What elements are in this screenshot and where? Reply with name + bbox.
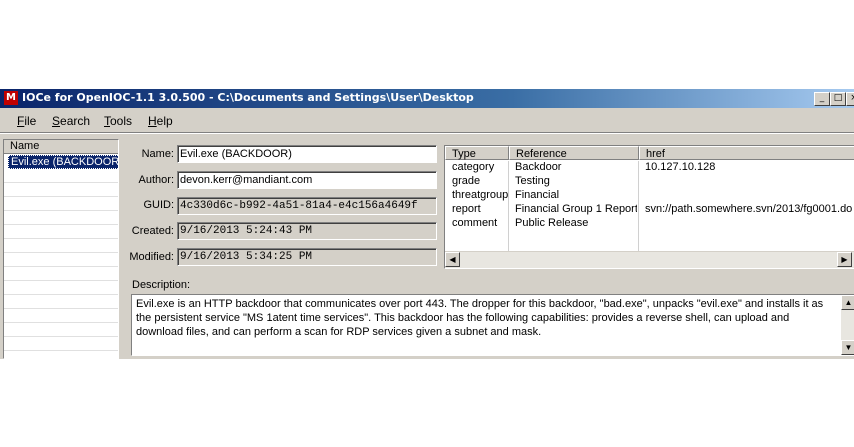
vertical-scrollbar[interactable]: ▲ ▼ <box>841 295 854 355</box>
cell-reference[interactable]: Public Release <box>515 216 637 230</box>
app-window: M IOCe for OpenIOC-1.1 3.0.500 - C:\Docu… <box>0 89 854 359</box>
description-label: Description: <box>132 279 191 291</box>
list-row <box>4 337 118 351</box>
title-bar[interactable]: M IOCe for OpenIOC-1.1 3.0.500 - C:\Docu… <box>0 89 854 108</box>
list-row <box>4 323 118 337</box>
parameters-table[interactable]: Type Reference href category Backdoor 10… <box>444 145 854 269</box>
list-row <box>4 183 118 197</box>
list-row <box>4 225 118 239</box>
menu-help-label: elp <box>156 114 173 128</box>
menu-bar: File Search Tools Help <box>0 108 854 130</box>
author-label: Author: <box>138 174 174 186</box>
list-row <box>4 309 118 323</box>
created-field[interactable]: 9/16/2013 5:24:43 PM <box>177 222 437 240</box>
column-header-href[interactable]: href <box>639 146 854 160</box>
ioc-list-header[interactable]: Name <box>4 140 118 154</box>
guid-label: GUID: <box>143 199 174 211</box>
list-row <box>4 197 118 211</box>
author-field[interactable]: devon.kerr@mandiant.com <box>177 171 437 189</box>
cell-reference[interactable]: Backdoor <box>515 160 637 174</box>
ioc-list-item-selected[interactable]: Evil.exe (BACKDOOR) <box>8 155 118 169</box>
column-divider <box>638 161 639 251</box>
list-row <box>4 211 118 225</box>
minimize-button[interactable]: _ <box>814 92 830 106</box>
maximize-button[interactable]: □ <box>830 92 846 106</box>
name-field[interactable]: Evil.exe (BACKDOOR) <box>177 145 437 163</box>
menu-tools-label: ools <box>110 114 133 128</box>
cell-href[interactable]: 10.127.10.128 <box>645 160 854 174</box>
scroll-up-icon[interactable]: ▲ <box>841 295 854 310</box>
cell-href[interactable] <box>645 216 854 230</box>
close-button[interactable]: × <box>846 92 854 106</box>
pane-splitter[interactable] <box>120 139 123 357</box>
menu-help-accel: H <box>148 114 157 128</box>
modified-field[interactable]: 9/16/2013 5:34:25 PM <box>177 248 437 266</box>
ioc-list-header-label: Name <box>10 140 40 152</box>
column-divider <box>508 161 509 251</box>
created-label: Created: <box>131 225 174 237</box>
menu-search-label: earch <box>60 114 91 128</box>
name-label: Name: <box>141 148 174 160</box>
list-row <box>4 239 118 253</box>
list-row <box>4 295 118 309</box>
modified-label: Modified: <box>129 251 174 263</box>
description-text: Evil.exe is an HTTP backdoor that commun… <box>136 298 824 338</box>
cell-href[interactable] <box>645 188 854 202</box>
cell-type[interactable]: threatgroup <box>452 188 508 202</box>
cell-reference[interactable]: Financial <box>515 188 637 202</box>
menu-search-accel: S <box>52 114 61 128</box>
cell-type[interactable]: comment <box>452 216 508 230</box>
column-header-type[interactable]: Type <box>445 146 509 160</box>
description-textarea[interactable]: Evil.exe is an HTTP backdoor that commun… <box>131 294 854 356</box>
cell-href[interactable]: svn://path.somewhere.svn/2013/fg0001.do <box>645 202 854 216</box>
ioc-list[interactable]: Name Evil.exe (BACKDOOR) <box>3 139 119 359</box>
app-logo-icon: M <box>4 91 18 105</box>
column-header-reference[interactable]: Reference <box>509 146 639 160</box>
guid-field[interactable]: 4c330d6c-b992-4a51-81a4-e4c156a4649f <box>177 197 437 215</box>
list-row <box>4 267 118 281</box>
scroll-down-icon[interactable]: ▼ <box>841 340 854 355</box>
scroll-left-icon[interactable]: ◀ <box>445 252 460 267</box>
cell-reference[interactable]: Testing <box>515 174 637 188</box>
menu-search[interactable]: Search <box>52 114 90 128</box>
cell-href[interactable] <box>645 174 854 188</box>
menu-help[interactable]: Help <box>148 114 173 128</box>
menu-tools[interactable]: Tools <box>104 114 132 128</box>
cell-reference[interactable]: Financial Group 1 Report <box>515 202 637 216</box>
cell-type[interactable]: report <box>452 202 508 216</box>
list-row <box>4 253 118 267</box>
menu-file[interactable]: File <box>17 114 36 128</box>
window-title: IOCe for OpenIOC-1.1 3.0.500 - C:\Docume… <box>22 91 474 104</box>
list-row <box>4 281 118 295</box>
cell-type[interactable]: category <box>452 160 508 174</box>
cell-type[interactable]: grade <box>452 174 508 188</box>
menu-divider-highlight <box>0 133 854 134</box>
list-row <box>4 169 118 183</box>
menu-file-label: ile <box>24 114 37 128</box>
scroll-right-icon[interactable]: ▶ <box>837 252 852 267</box>
horizontal-scrollbar[interactable]: ◀ ▶ <box>445 251 854 268</box>
